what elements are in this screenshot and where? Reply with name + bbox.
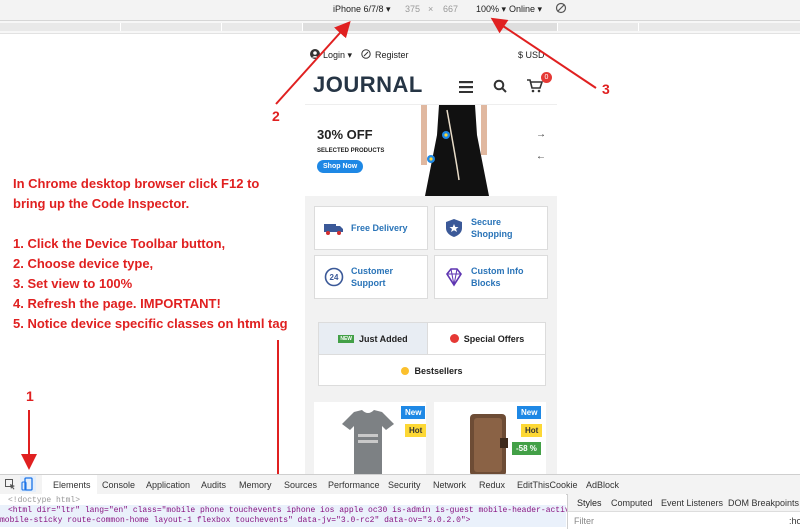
doctype-line: <!doctype html> xyxy=(8,496,81,505)
devtools-tab-adblock[interactable]: AdBlock xyxy=(586,480,619,490)
devtools-tab-redux[interactable]: Redux xyxy=(479,480,505,490)
html-tag-line-1: <html dir="ltr" lang="en" class="mobile … xyxy=(8,506,575,515)
devtools-tab-bar: Elements Console Application Audits Memo… xyxy=(0,474,800,495)
hover-state-toggle[interactable]: :ho xyxy=(789,516,800,526)
side-tab-event-listeners[interactable]: Event Listeners xyxy=(661,498,723,508)
devtools-tab-network[interactable]: Network xyxy=(433,480,466,490)
elements-panel: <!doctype html> <html dir="ltr" lang="en… xyxy=(0,494,575,529)
styles-sidebar: Styles Computed Event Listeners DOM Brea… xyxy=(567,494,800,530)
filter-input[interactable]: Filter xyxy=(574,516,594,526)
devtools-tab-console[interactable]: Console xyxy=(102,480,135,490)
annotation-arrows xyxy=(21,17,597,502)
html-tag-line-2: mobile-sticky route-common-home layout-1… xyxy=(0,516,471,525)
devtools-tab-memory[interactable]: Memory xyxy=(239,480,272,490)
devtools-tab-editthiscookie[interactable]: EditThisCookie xyxy=(517,480,578,490)
side-tab-computed[interactable]: Computed xyxy=(611,498,653,508)
arrow-2 xyxy=(275,21,351,105)
side-tab-dom-breakpoints[interactable]: DOM Breakpoints xyxy=(728,498,799,508)
devtools-tab-performance[interactable]: Performance xyxy=(328,480,380,490)
devtools-tab-sources[interactable]: Sources xyxy=(284,480,317,490)
side-tab-styles[interactable]: Styles xyxy=(577,498,602,508)
devtools-tab-audits[interactable]: Audits xyxy=(201,480,226,490)
devtools-tab-security[interactable]: Security xyxy=(388,480,421,490)
devtools-tab-application[interactable]: Application xyxy=(146,480,190,490)
devtools-tab-elements[interactable]: Elements xyxy=(53,480,91,490)
device-toolbar-icon[interactable] xyxy=(20,476,36,492)
arrow-3 xyxy=(490,17,597,89)
inspect-element-icon[interactable] xyxy=(5,479,16,492)
filter-row: Filter :ho xyxy=(568,511,800,530)
